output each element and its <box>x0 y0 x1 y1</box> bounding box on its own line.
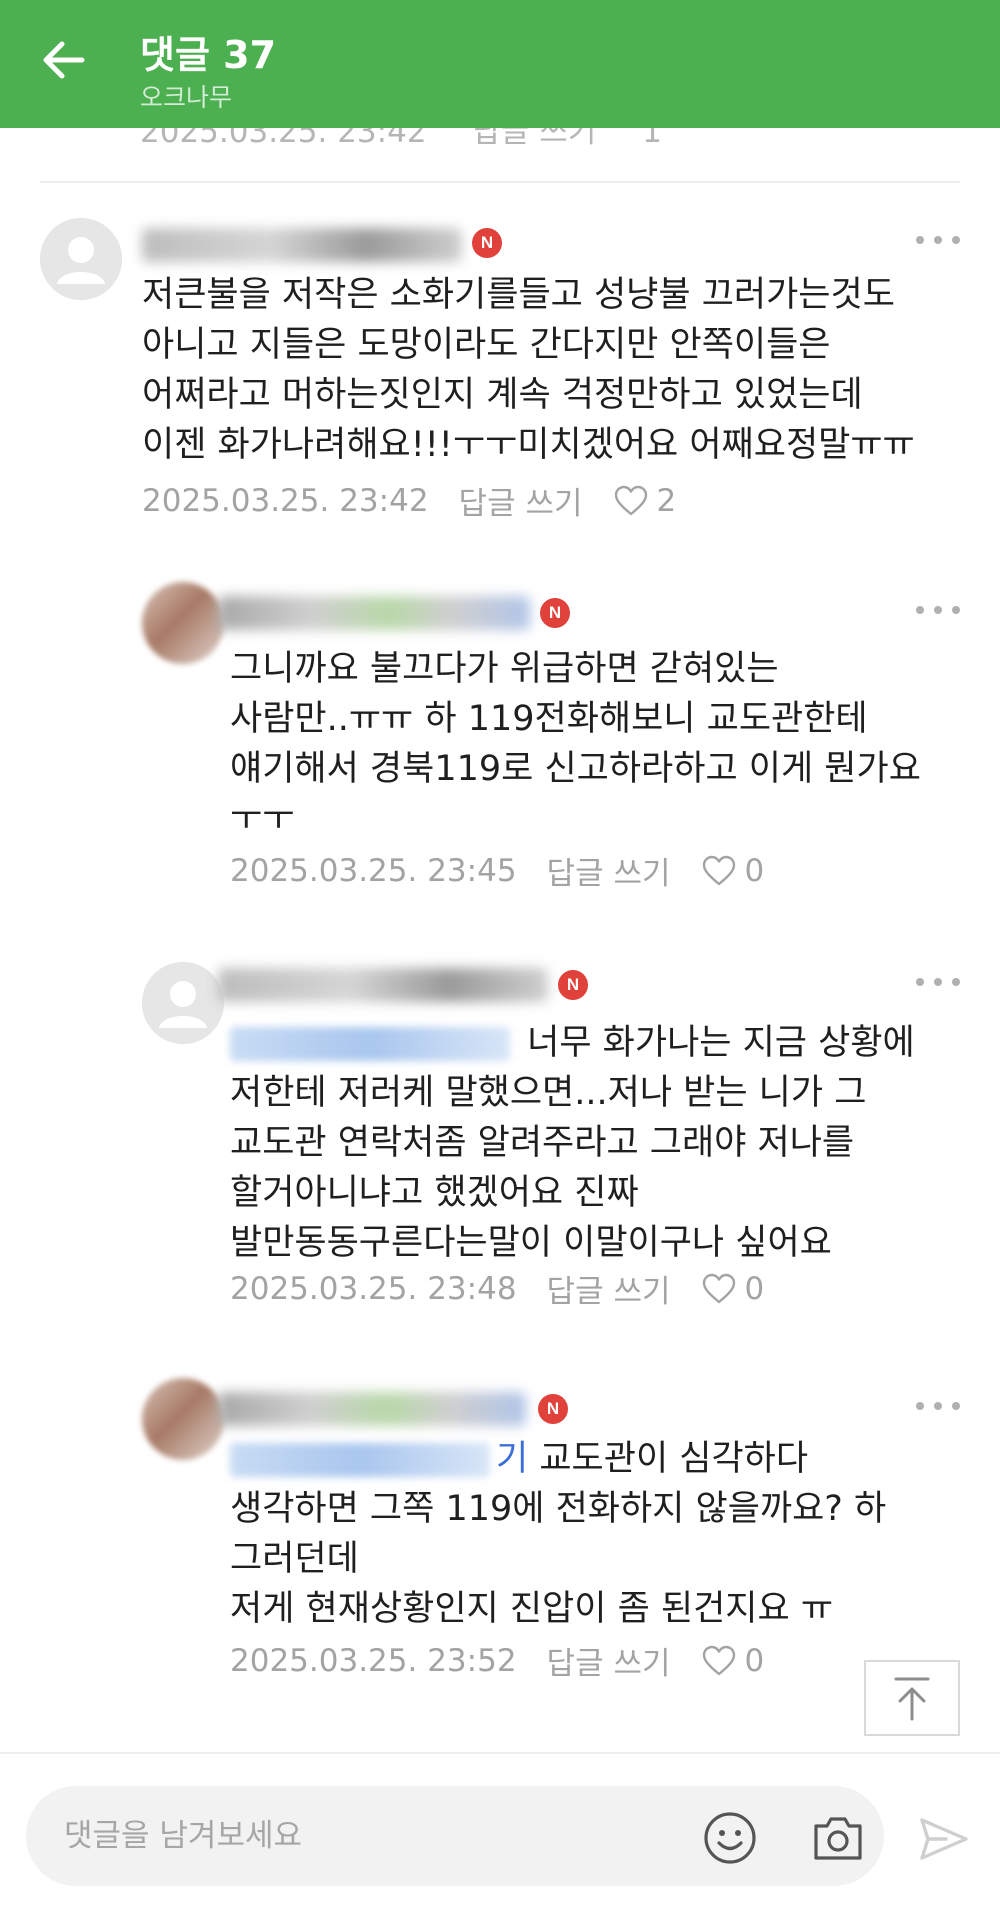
comment-text: 너무 화가나는 지금 상황에 저한테 저러케 말했으면...저나 받는 니가 그… <box>230 1018 915 1268</box>
comment-line: 저게 현재상황인지 진압이 좀 된건지요 ㅠ <box>230 1589 834 1629</box>
comment-input-container <box>26 1786 884 1886</box>
new-badge: N <box>540 598 570 628</box>
comment-line: 기 교도관이 심각하다 <box>230 1434 886 1484</box>
camera-icon <box>814 1817 862 1860</box>
new-badge: N <box>538 1394 568 1424</box>
mention-tail: 기 <box>496 1439 529 1479</box>
mention-redacted <box>230 1443 490 1477</box>
comment-date: 2025.03.25. 23:48 <box>230 1270 517 1307</box>
comment-date: 2025.03.25. 23:45 <box>230 852 517 889</box>
like-button[interactable]: 0 <box>702 853 764 889</box>
like-count: 2 <box>656 482 677 519</box>
more-options-button[interactable] <box>916 972 960 992</box>
mention-redacted <box>230 1027 510 1061</box>
comment-text: 저큰불을 저작은 소화기를들고 성냥불 끄러가는것도 아니고 지들은 도망이라도… <box>142 270 915 470</box>
comment-line: 어쩌라고 머하는짓인지 계속 걱정만하고 있었는데 <box>142 375 863 415</box>
emoji-button[interactable] <box>702 1810 758 1866</box>
send-icon <box>920 1818 968 1860</box>
more-dots-icon <box>916 978 924 986</box>
comment-line: 생각하면 그쪽 119에 전화하지 않을까요? 하 <box>230 1489 887 1529</box>
more-dots-icon <box>916 1402 924 1410</box>
comment-line: 이젠 화가나려해요!!!ㅜㅜ미치겠어요 어째요정말ㅠㅠ <box>142 425 915 465</box>
comment-line: 할거아니냐고 했겠어요 진짜 <box>230 1173 639 1213</box>
reply-button[interactable]: 답글 쓰기 <box>547 1266 671 1311</box>
new-badge: N <box>558 970 588 1000</box>
heart-outline-icon <box>703 1273 736 1303</box>
comment-input[interactable] <box>64 1812 644 1860</box>
author-name-redacted <box>218 1392 526 1426</box>
reply-button[interactable]: 답글 쓰기 <box>547 848 671 893</box>
like-button[interactable]: 0 <box>702 1271 764 1307</box>
more-dots-icon <box>916 236 924 244</box>
comment-meta: 2025.03.25. 23:45 답글 쓰기 0 <box>230 848 764 893</box>
divider <box>40 181 960 183</box>
comment-line: 발만동동구른다는말이 이말이구나 싶어요 <box>230 1223 832 1263</box>
default-avatar-icon <box>40 218 122 300</box>
avatar <box>142 962 224 1044</box>
comment-text: 기 교도관이 심각하다 생각하면 그쪽 119에 전화하지 않을까요? 하 그러… <box>230 1434 886 1634</box>
comment-text: 그니까요 불끄다가 위급하면 갇혀있는 사람만..ㅠㅠ 하 119전화해보니 교… <box>230 644 921 844</box>
cafe-name: 오크나무 <box>140 83 233 112</box>
comment-line: 저한테 저러케 말했으면...저나 받는 니가 그 <box>230 1073 867 1113</box>
comment-input-bar <box>0 1752 1000 1916</box>
avatar <box>142 582 224 664</box>
avatar <box>142 1378 224 1460</box>
author-name-redacted <box>218 596 530 630</box>
reply-button[interactable]: 답글 쓰기 <box>547 1638 671 1683</box>
more-options-button[interactable] <box>916 1396 960 1416</box>
new-badge: N <box>472 228 502 258</box>
author-name-redacted <box>218 968 548 1002</box>
comment-meta: 2025.03.25. 23:42 답글 쓰기 2 <box>142 478 676 523</box>
heart-outline-icon <box>703 855 736 885</box>
comment-line: 너무 화가나는 지금 상황에 <box>230 1018 915 1068</box>
arrow-left-icon <box>43 41 85 79</box>
page-title: 댓글 37 <box>140 33 277 77</box>
camera-button[interactable] <box>810 1812 866 1864</box>
like-count: 0 <box>744 1642 765 1679</box>
more-options-button[interactable] <box>916 230 960 250</box>
heart-outline-icon <box>703 1645 736 1675</box>
comment-line: 저큰불을 저작은 소화기를들고 성냥불 끄러가는것도 <box>142 275 895 315</box>
comment-line: ㅜㅜ <box>230 799 295 839</box>
comment-line: 얘기해서 경북119로 신고하라하고 이게 뭔가요 <box>230 749 921 789</box>
reply-button[interactable]: 답글 쓰기 <box>459 478 583 523</box>
author-name-redacted <box>142 228 462 262</box>
more-dots-icon <box>916 606 924 614</box>
comment-meta: 2025.03.25. 23:52 답글 쓰기 0 <box>230 1638 764 1683</box>
like-button[interactable]: 0 <box>702 1643 764 1679</box>
arrow-up-to-top-icon <box>894 1677 930 1721</box>
comment-line: 그러던데 <box>230 1539 359 1579</box>
back-button[interactable] <box>38 34 90 86</box>
comment-line: 그니까요 불끄다가 위급하면 갇혀있는 <box>230 649 779 689</box>
like-count: 0 <box>744 1270 765 1307</box>
default-avatar-icon <box>142 962 224 1044</box>
scroll-to-top-button[interactable] <box>864 1660 960 1736</box>
send-button[interactable] <box>918 1816 970 1862</box>
comment-meta: 2025.03.25. 23:48 답글 쓰기 0 <box>230 1266 764 1311</box>
avatar <box>40 218 122 300</box>
comment-line: 아니고 지들은 도망이라도 간다지만 안쪽이들은 <box>142 325 831 365</box>
more-options-button[interactable] <box>916 600 960 620</box>
comment-line: 사람만..ㅠㅠ 하 119전화해보니 교도관한테 <box>230 699 868 739</box>
app-header: 댓글 37 오크나무 <box>0 0 1000 128</box>
like-count: 0 <box>744 852 765 889</box>
comment-line: 교도관 연락처좀 알려주라고 그래야 저나를 <box>230 1123 855 1163</box>
like-button[interactable]: 2 <box>614 483 676 519</box>
comment-date: 2025.03.25. 23:42 <box>142 482 429 519</box>
heart-outline-icon <box>615 485 648 515</box>
comment-date: 2025.03.25. 23:52 <box>230 1642 517 1679</box>
smiley-icon <box>704 1812 756 1864</box>
